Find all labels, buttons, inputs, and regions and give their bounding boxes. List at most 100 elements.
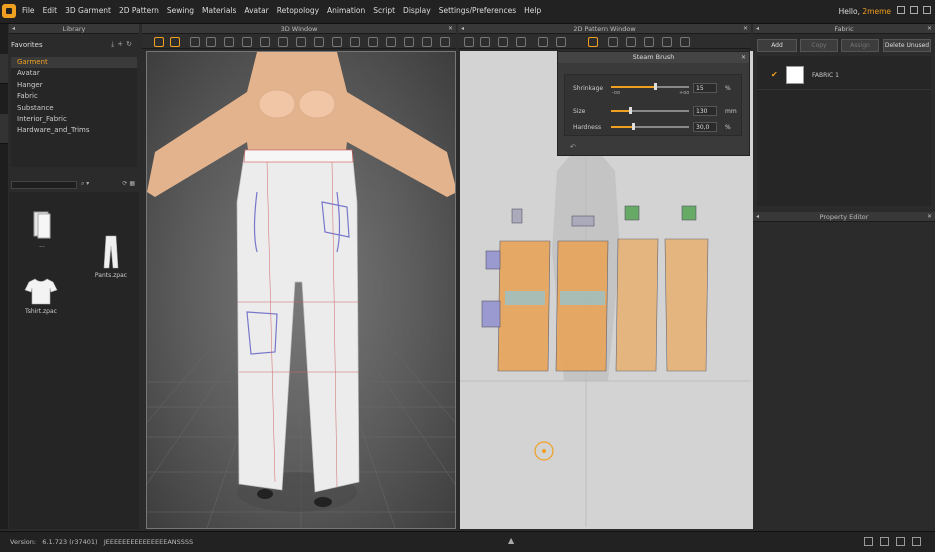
steam-brush-tool-icon[interactable] [588,37,598,47]
side-tab[interactable] [0,114,8,144]
pin-icon[interactable]: ◂ [461,24,464,34]
tree-item-garment[interactable]: Garment [11,57,137,69]
tool-icon[interactable] [368,37,378,47]
library-search-input[interactable] [11,181,77,189]
close-icon[interactable]: ✕ [743,24,748,34]
library-item-folder[interactable]: ... [22,210,62,249]
tree-item-hanger[interactable]: Hanger [11,80,137,91]
hardness-input[interactable]: 30,0 [693,122,717,132]
tool-icon[interactable] [538,37,548,47]
size-input[interactable]: 130 [693,106,717,116]
layout-icon[interactable] [880,537,889,546]
menu-animation[interactable]: Animation [327,6,365,15]
refresh-icon[interactable]: ↻ [126,40,135,48]
tool-icon[interactable] [386,37,396,47]
move-tool-icon[interactable] [170,37,180,47]
user-greeting: Hello, 2meme [838,7,891,16]
menu-settings[interactable]: Settings/Preferences [439,6,516,15]
tree-item-substance[interactable]: Substance [11,103,137,114]
menu-avatar[interactable]: Avatar [244,6,268,15]
pin-icon[interactable]: ◂ [12,24,15,34]
menu-sewing[interactable]: Sewing [167,6,194,15]
tool-icon[interactable] [278,37,288,47]
library-item-tshirt[interactable]: Tshirt.zpac [21,276,61,315]
back-icon[interactable]: ↶ [570,143,576,151]
tool-icon[interactable] [260,37,270,47]
tool-icon[interactable] [626,37,636,47]
copy-fabric-button[interactable]: Copy [800,39,838,52]
right-shoe [314,497,332,507]
add-icon[interactable]: + [117,40,126,48]
tool-icon[interactable] [556,37,566,47]
layout-icon[interactable] [864,537,873,546]
minimize-icon[interactable] [897,6,905,14]
add-fabric-button[interactable]: Add [757,39,797,52]
shrinkage-min: -oo [612,90,621,96]
menu-retopology[interactable]: Retopology [277,6,319,15]
folder-icon [33,211,51,239]
close-icon[interactable]: ✕ [741,54,746,61]
tool-icon[interactable] [190,37,200,47]
tree-item-avatar[interactable]: Avatar [11,68,137,79]
tool-icon[interactable] [480,37,490,47]
close-icon[interactable]: ✕ [927,212,932,222]
library-panel: ◂ Library Favorites ⤓+↻ Garment Avatar Ha… [9,24,139,529]
username[interactable]: 2meme [862,7,891,16]
pin-icon[interactable]: ◂ [756,24,759,34]
tool-icon[interactable] [464,37,474,47]
menu-display[interactable]: Display [403,6,431,15]
version-info: Version: 6.1.723 (r37401) JEEEEEEEEEEEEE… [10,538,194,546]
maximize-icon[interactable] [910,6,918,14]
fabric-list: ✔ FABRIC 1 [757,56,931,206]
library-item-pants[interactable]: Pants.zpac [91,234,131,279]
tool-icon[interactable] [440,37,450,47]
select-tool-icon[interactable] [154,37,164,47]
tool-icon[interactable] [242,37,252,47]
assign-fabric-button[interactable]: Assign [841,39,879,52]
tool-icon[interactable] [224,37,234,47]
menu-help[interactable]: Help [524,6,541,15]
close-icon[interactable]: ✕ [448,24,453,34]
tool-icon[interactable] [680,37,690,47]
menu-script[interactable]: Script [373,6,395,15]
expand-up-icon[interactable]: ▲ [508,536,514,545]
tree-item-interior-fabric[interactable]: Interior_Fabric [11,114,137,125]
delete-unused-button[interactable]: Delete Unused [883,39,931,52]
tool-icon[interactable] [404,37,414,47]
layout-icon[interactable] [896,537,905,546]
shrinkage-slider[interactable] [611,83,689,90]
tool-icon[interactable] [516,37,526,47]
tree-item-fabric[interactable]: Fabric [11,91,137,102]
tool-icon[interactable] [296,37,306,47]
pin-icon[interactable]: ◂ [756,212,759,222]
fabric-item[interactable]: ✔ FABRIC 1 [757,62,931,90]
tool-icon[interactable] [206,37,216,47]
hardness-slider[interactable] [611,123,689,130]
size-slider[interactable] [611,107,689,114]
menu-file[interactable]: File [22,6,35,15]
library-grid: ... Pants.zpac Tshirt.zpac [9,192,139,529]
tool-icon[interactable] [350,37,360,47]
favorites-label: Favorites [11,41,43,49]
tool-icon[interactable] [644,37,654,47]
3d-viewport[interactable] [56,51,546,529]
tool-icon[interactable] [314,37,324,47]
tool-icon[interactable] [422,37,432,47]
menu-materials[interactable]: Materials [202,6,236,15]
tool-icon[interactable] [662,37,672,47]
app-logo-icon[interactable] [2,4,16,18]
menu-edit[interactable]: Edit [43,6,58,15]
menu-2d-pattern[interactable]: 2D Pattern [119,6,159,15]
search-icon[interactable]: ⌕ ▾ [81,180,89,188]
layout-icon[interactable] [912,537,921,546]
tool-icon[interactable] [332,37,342,47]
close-icon[interactable]: ✕ [927,24,932,34]
tool-icon[interactable] [608,37,618,47]
shrinkage-input[interactable]: 15 [693,83,717,93]
view-toggle-icon[interactable]: ⟳ ▦ [122,180,135,187]
tool-icon[interactable] [498,37,508,47]
close-icon[interactable] [923,6,931,14]
tree-item-hardware-trims[interactable]: Hardware_and_Trims [11,125,137,136]
side-tab[interactable] [0,54,8,84]
menu-3d-garment[interactable]: 3D Garment [65,6,111,15]
